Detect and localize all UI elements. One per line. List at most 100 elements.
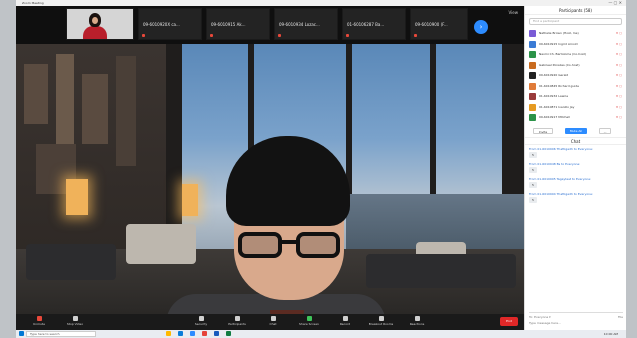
thumbnail-participant[interactable]: 09-6010920X ca... [138,8,202,40]
chat-text: 5 [529,181,537,188]
excel-icon[interactable] [226,331,231,336]
stop-video-button[interactable]: Stop Video [58,316,92,328]
speaker-hair [226,136,350,226]
toolbar-label: Security [194,322,208,326]
toolbar-label: Unmute [33,322,45,326]
record-icon [342,316,348,321]
speaker [224,136,354,314]
security-button[interactable]: Security [184,316,218,328]
avatar [529,51,536,58]
participants-title: Participants (58) [525,6,626,15]
thumbnail-strip: 09-6010920X ca... 09-6010915 Ak... 09-60… [16,6,524,44]
participant-status-icons: ✕ ▢ [615,73,622,77]
windows-start-icon[interactable] [19,331,24,336]
word-icon[interactable] [214,331,219,336]
chat-message: From 01-6010904 Thattigadh to Everyone: … [525,190,626,205]
active-speaker-video [16,44,524,314]
mute-all-button[interactable]: Mute All [565,127,587,134]
invite-button[interactable]: Invite [533,127,553,134]
participant-status-icons: ✕ ▢ [615,41,622,46]
muted-mic-icon [346,34,349,37]
participant-row[interactable]: 01-6010871 Ivanillo Jay ✕ ▢ [525,102,626,113]
avatar [529,114,536,121]
lamp [182,184,198,216]
chat-message: From 01-6010906 Thattigadh to Everyone: … [525,145,626,160]
edge-browser-icon[interactable] [178,331,183,336]
chat-text: 5 [529,196,537,203]
glasses [238,232,340,258]
avatar [529,72,536,79]
participant-name: Nathalie Brown (Host, me) [539,31,579,35]
chrome-icon[interactable] [202,331,207,336]
chat-text: 5 [529,151,537,158]
thumbnail-participant[interactable]: 01-60106287 Ba... [342,8,406,40]
meeting-toolbar: Unmute Stop Video Security Participants … [16,314,524,330]
microphone-icon [36,316,42,321]
taskbar-search-input[interactable]: Type here to search [26,331,96,337]
file-explorer-icon[interactable] [166,331,171,336]
participant-row[interactable]: 09-6010920 Gerald ✕ ▢ [525,70,626,81]
lamp [66,179,88,215]
chat-sender: From 01-6010948 Bs to Everyone: [529,161,581,166]
participant-name: 09-6010917 Mitchell [539,115,570,119]
windows-taskbar: Type here to search 10:00 AM [16,330,626,338]
avatar [529,30,536,37]
thumbnail-participant[interactable]: 09-6010934 Lozac... [274,8,338,40]
chat-recipient-select[interactable]: To: Everyone ▾ [529,315,551,319]
record-button[interactable]: Record [328,316,362,328]
breakout-rooms-button[interactable]: Breakout Rooms [364,316,398,328]
participant-name: 01-6010932 Lawrie [539,94,569,98]
thumbnail-person-body [83,26,107,39]
participant-row[interactable]: Gabrieel Ponsiles (Co-host) ✕ ▢ [525,60,626,71]
thumbnail-participant[interactable]: 09-6010900 (F... [410,8,468,40]
next-page-arrow-icon[interactable]: › [474,20,488,34]
participant-name: 09-6010920 Gerald [539,73,569,77]
participant-status-icons: ✕ ▢ [615,94,622,98]
toolbar-label: Reactions [409,322,425,326]
breakout-rooms-icon [378,316,384,321]
participant-row[interactable]: 01-6010932 Lawrie ✕ ▢ [525,91,626,102]
window-title: Zoom Meeting [22,1,44,5]
file-button[interactable]: File [618,315,623,319]
participants-button[interactable]: Participants [220,316,254,328]
chat-compose: To: Everyone ▾ File Type message here... [529,312,623,326]
toolbar-label: Share Screen [299,322,319,326]
share-screen-button[interactable]: Share Screen [292,316,326,328]
chat-icon [270,316,276,321]
participant-search-input[interactable]: Find a participant [529,18,622,25]
video-icon [72,316,78,321]
thumbnail-participant[interactable]: 09-6010915 Ak... [206,8,270,40]
toolbar-label: Breakout Rooms [368,322,394,326]
thumbnail-name: 09-6010934 Lozac... [279,22,320,27]
avatar [529,82,536,90]
unmute-button[interactable]: Unmute [22,316,56,328]
participant-row[interactable]: Naomi Ch. Bartolome (Co-host) ✕ ▢ [525,49,626,60]
avatar [529,40,536,48]
participant-row[interactable]: 09-6010917 Mitchell ✕ ▢ [525,112,626,123]
chat-button[interactable]: Chat [256,316,290,328]
zoom-app-icon[interactable] [190,331,195,336]
participant-row[interactable]: 09-6010915 Ingrid Arnold ✕ ▢ [525,39,626,50]
more-options-button[interactable]: ... [599,127,611,134]
participant-name: 09-6010915 Ingrid Arnold [539,41,578,46]
avatar [529,103,536,111]
chat-sender: From 01-6010904 Thattigadh to Everyone: [529,191,593,196]
avatar [529,61,536,69]
thumbnail-name: 09-6010900 (F... [415,22,448,27]
chat-input[interactable]: Type message here... [529,321,623,325]
participant-row[interactable]: Nathalie Brown (Host, me) ✕ ▢ [525,28,626,39]
participant-status-icons: ✕ ▢ [615,104,622,109]
chat-sender: From 01-6010905 Tagaytest to Everyone: [529,176,592,181]
participant-name: 01-6010871 Ivanillo Jay [539,104,575,109]
sofa [366,254,516,288]
armchair [126,224,196,264]
reactions-button[interactable]: Reactions [400,316,434,328]
participant-row[interactable]: 01-6010845 Richard guide ✕ ▢ [525,81,626,92]
toolbar-label: Stop Video [66,322,84,326]
thumbnail-name: 09-6010915 Ak... [211,22,246,27]
share-screen-icon [306,316,312,321]
chat-message: From 01-6010905 Tagaytest to Everyone: 5 [525,175,626,190]
view-toggle[interactable]: View [509,10,519,15]
thumbnail-self[interactable] [66,8,134,40]
end-meeting-button[interactable]: End [500,317,518,326]
